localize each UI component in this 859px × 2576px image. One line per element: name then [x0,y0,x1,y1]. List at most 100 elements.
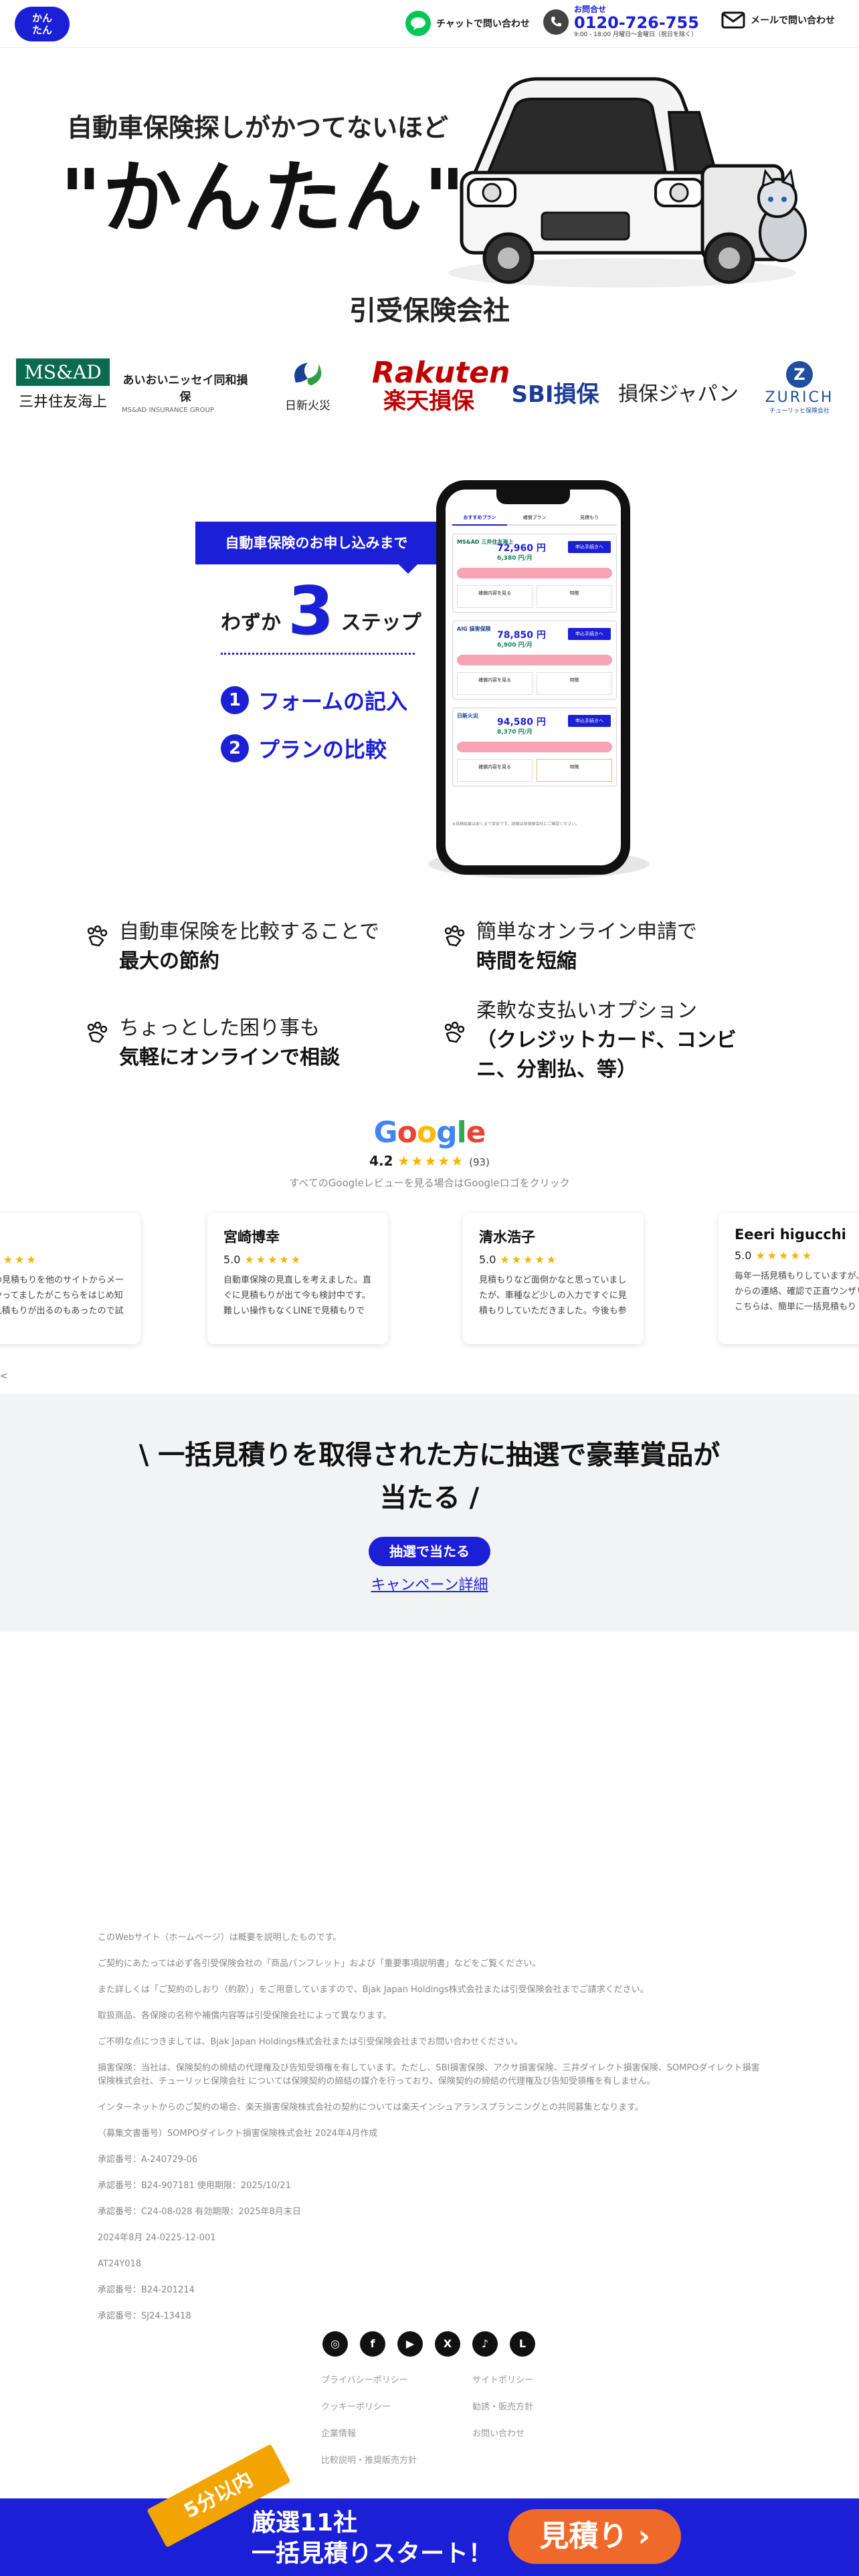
phone-tab: 補償プラン [507,510,562,526]
review-stars: ★★★★★ [244,1253,303,1266]
steps-number: 3 [288,572,335,650]
instagram-icon[interactable]: ◎ [322,2331,348,2357]
aioi-logo-sub: MS&AD INSURANCE GROUP [122,407,214,414]
steps-banner: 自動車保険のお申し込みまで [195,522,438,574]
site-header: かん たん チャットで問い合わせ お問合せ 0120-726-755 9:00 … [0,0,859,48]
disclaimer-line: 2024年8月 24-0225-12-001 [98,2233,216,2243]
benefit-item: 柔軟な支払いオプション （クレジットカード、コンビニ、分割払、等） [442,996,756,1085]
legal-disclaimer: このWebサイト（ホームページ）は概要を説明したものです。 ご契約にあたっては必… [98,1931,767,2336]
google-logo[interactable]: Google [0,1115,859,1150]
benefit-item: 自動車保険を比較することで 最大の節約 [84,918,379,976]
sompo-japan-logo-name: 損保ジャパン [618,383,739,406]
tiktok-icon[interactable]: ♪ [472,2331,498,2357]
zurich-logo: Z ZURICH チューリッヒ保険会社 [763,358,836,415]
comparison-policy-link[interactable]: 比較説明・推奨販売方針 [321,2453,417,2466]
campaign-details-link[interactable]: キャンペーン詳細 [0,1573,859,1594]
review-card: Eeeri higucchi 5.0★★★★★ 毎年一括見積もりしていますが、そ… [719,1213,859,1344]
site-logo[interactable]: かん たん [15,7,70,41]
youtube-icon[interactable]: ▶ [397,2331,423,2357]
site-policy-link[interactable]: サイトポリシー [472,2373,533,2385]
phone-tab: おすすめプラン [452,510,507,526]
aioi-logo-name: あいおいニッセイ同和損保 [122,374,248,404]
company-info-link[interactable]: 企業情報 [321,2426,356,2439]
disclaimer-line: 取扱商品、各保険の名称や補償内容等は引受保険会社によって異なります。 [98,2011,392,2021]
review-body: 自動車保険の見直しを考えました。直ぐに見積もりが出て今も検討中です。難しい操作も… [223,1275,372,1316]
kei-van-illustration [448,77,807,288]
review-card: ち ★★★★★ 保険の見積もりを他のサイトからメールでやってましたがこちらをはじ… [0,1213,140,1344]
x-twitter-icon[interactable]: X [435,2331,460,2357]
quote-apply-button: 申込手続きへ [568,715,611,727]
paw-hand-icon [444,1021,465,1043]
insurer-logos: MS&AD 三井住友海上 あいおいニッセイ同和損保 MS&AD INSURANC… [0,358,859,419]
quote-insurer: AIG 損害保険 [457,626,491,632]
nissin-logo-name: 日新火災 [285,399,330,413]
line-social-icon[interactable]: L [510,2331,535,2357]
facebook-icon[interactable]: f [360,2331,385,2357]
review-score: 5.0 [223,1253,241,1266]
zurich-logo-name: ZURICH [765,389,834,406]
quote-price: 72,960 円 [497,543,546,554]
review-author: 宮崎博幸 [223,1229,280,1245]
quote-price: 78,850 円 [497,630,546,641]
social-links: ◎ f ▶ X ♪ L [322,2331,535,2357]
phone-number[interactable]: 0120-726-755 [574,15,699,31]
disclaimer-line: 承認番号：B24-201214 [98,2285,195,2295]
review-stars: ★★★★★ [500,1253,559,1266]
phone-quote-card: AIG 損害保険 78,850 円 6,900 円/月 申込手続きへ 補償内容を… [452,621,617,700]
review-author: 清水浩子 [479,1229,535,1245]
benefit-line2: （クレジットカード、コンビニ、分割払、等） [476,1029,737,1081]
benefit-line1: 簡単なオンライン申請で [476,920,697,944]
dotted-divider [221,653,415,655]
solicitation-policy-link[interactable]: 勧誘・販売方針 [472,2399,533,2412]
phone-label: お問合せ [574,5,607,14]
review-stars: ★★★★★ [755,1249,814,1262]
review-body: 毎年一括見積もりしていますが、それからの連絡、確認で正直ウンザリで、こちらは、簡… [735,1271,859,1312]
line-chat-link[interactable]: チャットで問い合わせ [405,11,530,36]
quote-insurer: 日新火災 [457,713,478,719]
campaign-lottery-button[interactable]: 抽選で当たる [369,1537,490,1566]
disclaimer-line: 承認番号：C24-08-028 有効期限：2025年8月末日 [98,2207,301,2217]
quote-apply-button: 申込手続きへ [568,628,611,640]
nissin-mark-icon [294,362,322,385]
step-number: 2 [221,734,249,762]
benefit-line1: 柔軟な支払いオプション [476,999,697,1023]
phone-contact[interactable]: お問合せ 0120-726-755 9:00 - 18:00 月曜日〜金曜日（祝… [543,5,699,38]
rating-value: 4.2 [369,1153,393,1169]
page: かん たん チャットで問い合わせ お問合せ 0120-726-755 9:00 … [0,0,859,2576]
carousel-prev-icon[interactable]: < [0,1371,8,1382]
quote-monthly: 6,380 円/月 [497,555,533,562]
aioi-logo: あいおいニッセイ同和損保 MS&AD INSURANCE GROUP [122,358,249,414]
google-rating: 4.2 ★★★★★ (93) [0,1153,859,1169]
step-item: 1 フォームの記入 [221,685,407,716]
disclaimer-line: 損害保険：当社は、保険契約の締結の代理権及び告知受領権を有しています。ただし、S… [98,2063,760,2086]
privacy-policy-link[interactable]: プライバシーポリシー [321,2373,408,2385]
steps-count: わずか 3 ステップ [221,578,421,645]
review-author: ち [0,1226,124,1247]
cta-line2: 一括見積りスタート！ [252,2540,493,2567]
get-quote-button[interactable]: 見積り › [508,2509,681,2564]
review-carousel[interactable]: ち ★★★★★ 保険の見積もりを他のサイトからメールでやってましたがこちらをはじ… [0,1209,859,1350]
benefit-line2: 時間を短縮 [476,950,577,973]
cta-line1: 厳選11社 [252,2509,358,2537]
quote-feature-button: 特徴 [537,585,612,608]
hero-title: "かんたん" [60,152,466,244]
review-score: 5.0 [479,1253,496,1266]
cookie-policy-link[interactable]: クッキーポリシー [321,2399,391,2412]
disclaimer-line: 承認番号：A-240729-06 [98,2155,198,2165]
phone-quote-card: MS&AD 三井住友海上 72,960 円 6,380 円/月 申込手続きへ 補… [452,534,617,613]
campaign-section: \ 一括見積りを取得された方に抽選で豪華賞品が当たる / 抽選で当たる キャンペ… [0,1394,859,1632]
benefit-line2: 気軽にオンラインで相談 [119,1046,340,1069]
contact-link[interactable]: お問い合わせ [472,2426,524,2439]
quote-feature-button: 特徴 [537,759,612,782]
review-card: 清水浩子 5.0 ★★★★★ 見積もりなど面倒かなと思っていましたが、車種など少し… [463,1213,644,1344]
quote-apply-button: 申込手続きへ [568,541,611,553]
disclaimer-line: ご不明な点につきましては、Bjak Japan Holdings株式会社または引… [98,2037,523,2047]
msad-logo: MS&AD 三井住友海上 [16,358,110,411]
disclaimer-line: また詳しくは「ご契約のしおり（約款）」をご用意していますので、Bjak Japa… [98,1985,649,1995]
quote-price: 94,580 円 [497,717,546,728]
nissin-logo: 日新火災 [268,358,348,413]
quote-detail-button: 補償内容を見る [457,759,533,782]
google-note: すべてのGoogleレビューを見る場合はGoogleロゴをクリック [289,1177,570,1189]
mail-contact-link[interactable]: メールで問い合わせ [721,11,835,29]
phone-hours: 9:00 - 18:00 月曜日〜金曜日（祝日を除く） [574,31,697,38]
